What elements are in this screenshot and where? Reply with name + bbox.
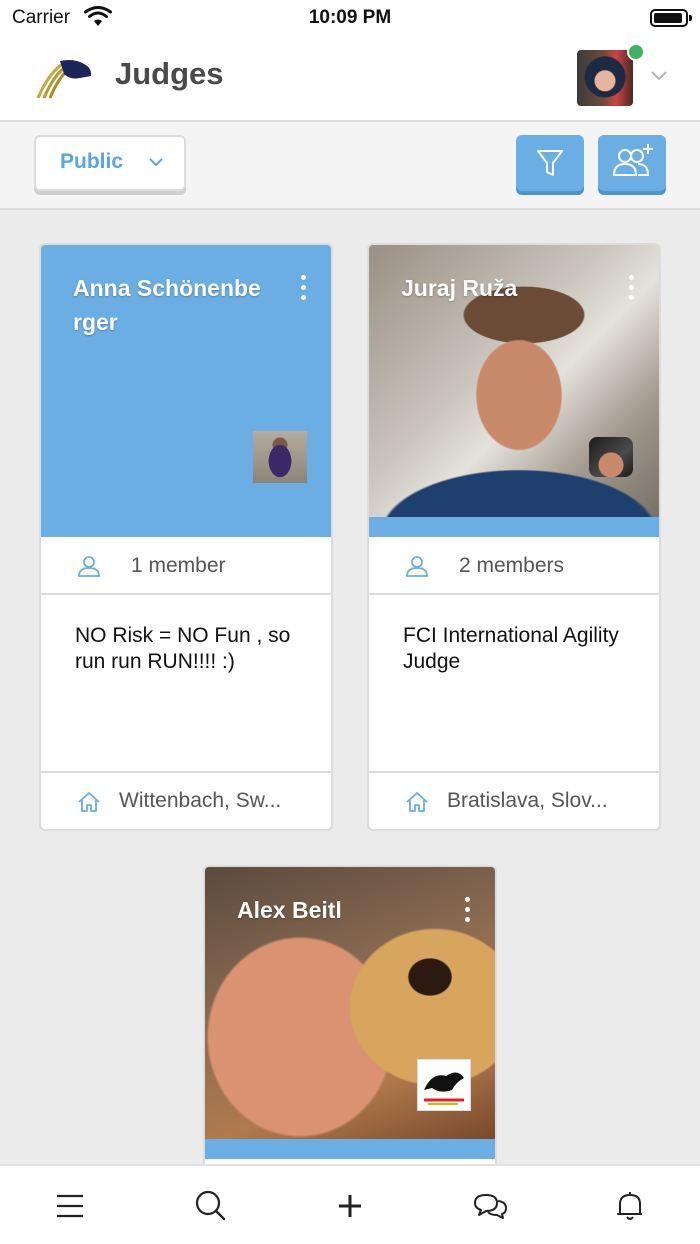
plus-icon[interactable] (330, 1186, 370, 1226)
judge-name: Alex Beitl (237, 897, 342, 923)
judge-photo-thumbnail (589, 437, 633, 477)
chat-icon[interactable] (470, 1186, 510, 1226)
battery-icon (650, 9, 692, 27)
page-title: Judges (115, 56, 224, 91)
home-icon (78, 792, 100, 812)
app-logo-icon[interactable] (36, 56, 94, 100)
member-count-row: 1 member (41, 537, 331, 595)
funnel-icon (537, 150, 563, 176)
menu-icon[interactable] (50, 1186, 90, 1226)
user-icon (78, 556, 100, 577)
avatar[interactable] (577, 50, 633, 106)
judge-description: NO Risk = NO Fun , so run run RUN!!!! :) (75, 624, 291, 673)
bell-icon[interactable] (610, 1186, 650, 1226)
judge-photo-thumbnail (253, 431, 307, 483)
more-options-icon[interactable] (629, 275, 635, 305)
member-count: 2 members (459, 554, 565, 577)
home-icon (406, 792, 428, 812)
chevron-down-icon (149, 158, 163, 167)
judge-card[interactable]: Juraj Ruža 2 members FCI International A… (367, 243, 661, 831)
judge-name: Juraj Ruža (401, 275, 518, 301)
clock: 10:09 PM (308, 7, 392, 28)
online-status-indicator (627, 43, 645, 61)
chevron-down-icon[interactable] (650, 70, 668, 82)
judge-card[interactable]: Alex Beitl (203, 865, 497, 1164)
judge-card[interactable]: Anna Schönenberger 1 member NO Risk = NO… (39, 243, 333, 831)
more-options-icon[interactable] (465, 897, 471, 927)
judge-location: Wittenbach, Sw... (119, 789, 282, 812)
bottom-navigation (0, 1164, 700, 1244)
visibility-dropdown-label: Public (60, 150, 124, 173)
user-icon (406, 556, 428, 577)
filter-button[interactable] (516, 135, 584, 191)
status-bar: Carrier 10:09 PM (0, 0, 700, 36)
member-count-row: 2 members (369, 537, 659, 595)
location-row: Wittenbach, Sw... (41, 771, 331, 829)
filter-bar: Public (0, 122, 700, 210)
add-judge-button[interactable] (598, 135, 666, 191)
app-header: Judges (0, 36, 700, 122)
add-group-icon (612, 144, 653, 176)
dog-logo-icon (424, 1072, 464, 1105)
judge-photo-thumbnail (417, 1059, 471, 1111)
more-options-icon[interactable] (301, 275, 307, 305)
location-row: Bratislava, Slov... (369, 771, 659, 829)
judge-name: Anna Schönenberger (73, 275, 261, 335)
search-icon[interactable] (190, 1186, 230, 1226)
judge-location: Bratislava, Slov... (447, 789, 608, 812)
judge-description: FCI International Agility Judge (403, 624, 619, 673)
visibility-dropdown[interactable]: Public (34, 135, 186, 191)
member-count: 1 member (131, 554, 226, 577)
